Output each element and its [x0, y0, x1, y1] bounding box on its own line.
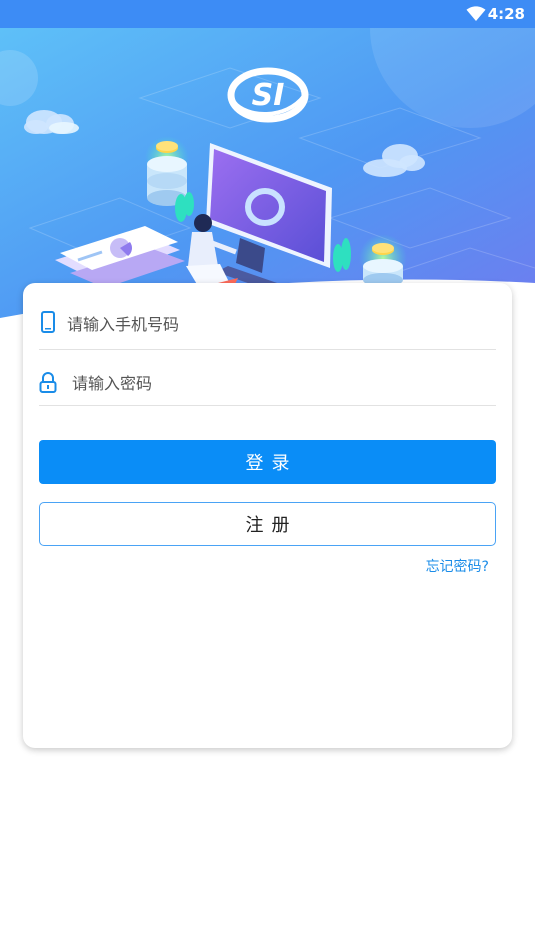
wifi-icon: [466, 6, 486, 21]
login-button[interactable]: 登录: [39, 440, 496, 484]
login-screen: 4:28 SI 请输入手机号码 登录 注册 忘记密码?: [0, 0, 535, 951]
login-card: 登录 注册 忘记密码?: [23, 283, 512, 748]
phone-field: [39, 299, 496, 350]
password-input[interactable]: [72, 361, 492, 405]
phone-input[interactable]: [67, 299, 487, 349]
si-logo-icon: SI: [227, 67, 309, 123]
password-field: [39, 361, 496, 406]
status-bar: 4:28: [0, 0, 535, 28]
status-time: 4:28: [487, 5, 525, 23]
logo-text: SI: [252, 78, 285, 113]
lock-icon: [39, 372, 57, 393]
register-button[interactable]: 注册: [39, 502, 496, 546]
coin-stack-right: [359, 234, 407, 287]
phone-icon: [41, 311, 55, 333]
forgot-password-link[interactable]: 忘记密码?: [426, 556, 489, 576]
